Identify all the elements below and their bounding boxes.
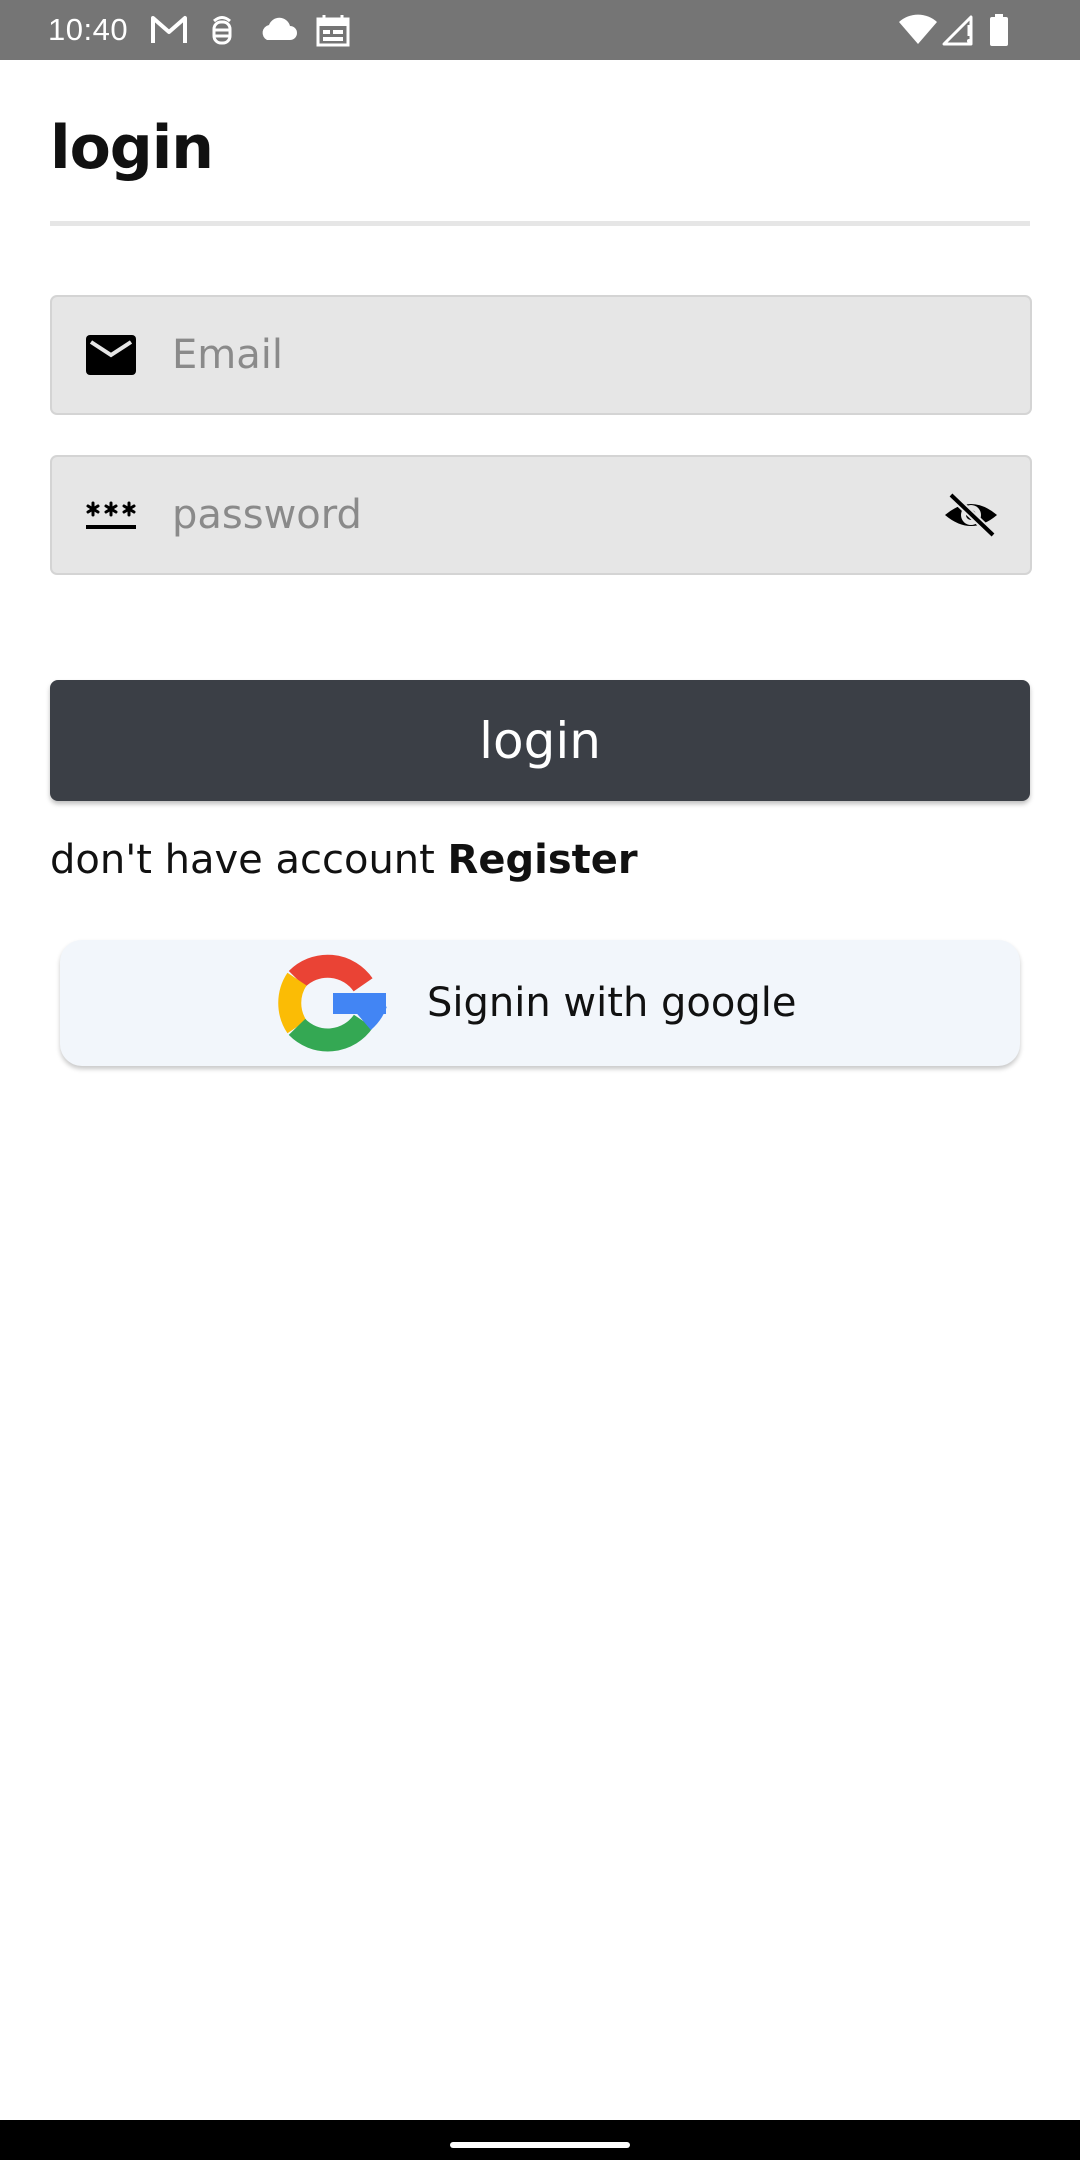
google-signin-label: Signin with google <box>427 980 797 1026</box>
password-icon <box>86 501 136 529</box>
register-prompt: don't have account Register <box>50 832 638 888</box>
page-title: login <box>50 113 214 183</box>
cellular-signal-icon <box>942 15 973 46</box>
email-field[interactable] <box>50 295 1032 415</box>
debug-icon <box>212 16 232 45</box>
register-link[interactable]: Register <box>448 837 638 883</box>
password-field[interactable] <box>50 455 1032 575</box>
visibility-off-icon[interactable] <box>942 491 1000 539</box>
google-logo <box>278 954 387 1052</box>
title-divider <box>50 221 1030 226</box>
status-time: 10:40 <box>48 12 129 47</box>
mail-icon <box>86 335 136 375</box>
login-button[interactable]: login <box>50 680 1030 801</box>
gmail-icon <box>151 16 187 43</box>
home-gesture-handle[interactable] <box>450 2142 630 2148</box>
cloud-icon <box>262 17 297 40</box>
email-input[interactable] <box>172 297 952 413</box>
calendar-icon <box>316 15 350 47</box>
register-prompt-text: don't have account <box>50 837 448 883</box>
status-bar: 10:40 <box>0 0 1080 60</box>
password-input[interactable] <box>172 457 952 573</box>
battery-icon <box>990 14 1008 46</box>
navigation-bar <box>0 2120 1080 2160</box>
wifi-icon <box>899 14 937 44</box>
google-signin-button[interactable]: Signin with google <box>60 940 1020 1066</box>
